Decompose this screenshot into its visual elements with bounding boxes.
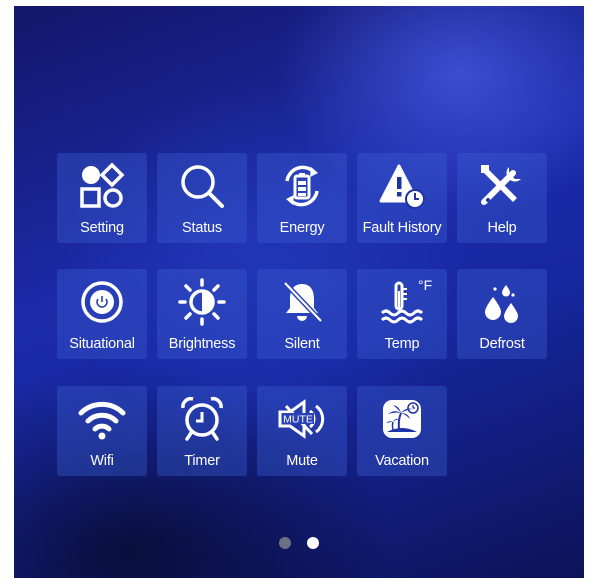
temp-label: Temp: [384, 336, 420, 352]
setting-label: Setting: [80, 220, 124, 236]
status-label: Status: [182, 220, 222, 236]
mute-badge-text: MUTE: [283, 414, 313, 426]
setting-tile[interactable]: Setting: [57, 153, 147, 243]
brightness-sun-icon: [178, 278, 226, 326]
silent-tile[interactable]: Silent: [257, 269, 347, 359]
temp-unit-label: °F: [418, 277, 432, 293]
page-dot-2[interactable]: [307, 537, 320, 549]
brightness-label: Brightness: [168, 336, 236, 352]
fault-history-tile[interactable]: Fault History: [357, 153, 447, 243]
vacation-label: Vacation: [375, 453, 429, 469]
temp-thermometer-icon: °F: [380, 277, 432, 324]
help-label: Help: [487, 220, 517, 236]
home-screen: Setting Status Energy Fault History Help…: [14, 6, 584, 578]
timer-alarm-clock-icon: [181, 396, 223, 441]
energy-battery-icon: [285, 165, 319, 207]
status-tile[interactable]: Status: [157, 153, 247, 243]
brightness-tile[interactable]: Brightness: [157, 269, 247, 359]
status-magnifier-icon: [181, 165, 224, 208]
situational-power-icon: [81, 281, 123, 323]
help-tools-icon: [481, 165, 521, 205]
page-indicator: [14, 536, 584, 554]
mute-speaker-icon: MUTE: [278, 399, 325, 439]
defrost-label: Defrost: [479, 336, 525, 352]
wifi-label: Wifi: [90, 453, 114, 469]
vacation-island-icon: [383, 400, 421, 438]
fault-history-label: Fault History: [362, 220, 442, 236]
fault-warning-icon: [379, 164, 425, 209]
silent-bell-icon: [283, 281, 323, 323]
defrost-drops-icon: [485, 285, 518, 323]
page-dot-1[interactable]: [278, 537, 291, 549]
energy-tile[interactable]: Energy: [257, 153, 347, 243]
setting-icon: [80, 162, 125, 208]
defrost-tile[interactable]: Defrost: [457, 269, 547, 359]
situational-tile[interactable]: Situational: [57, 269, 147, 359]
vacation-tile[interactable]: Vacation: [357, 386, 447, 476]
timer-tile[interactable]: Timer: [157, 386, 247, 476]
mute-tile[interactable]: MUTE Mute: [257, 386, 347, 476]
timer-label: Timer: [184, 453, 220, 469]
energy-label: Energy: [279, 220, 325, 236]
silent-label: Silent: [284, 336, 320, 352]
temp-tile[interactable]: °F Temp: [357, 269, 447, 359]
mute-label: Mute: [286, 453, 318, 469]
wifi-icon: [78, 401, 126, 440]
wifi-tile[interactable]: Wifi: [57, 386, 147, 476]
help-tile[interactable]: Help: [457, 153, 547, 243]
situational-label: Situational: [69, 336, 135, 352]
